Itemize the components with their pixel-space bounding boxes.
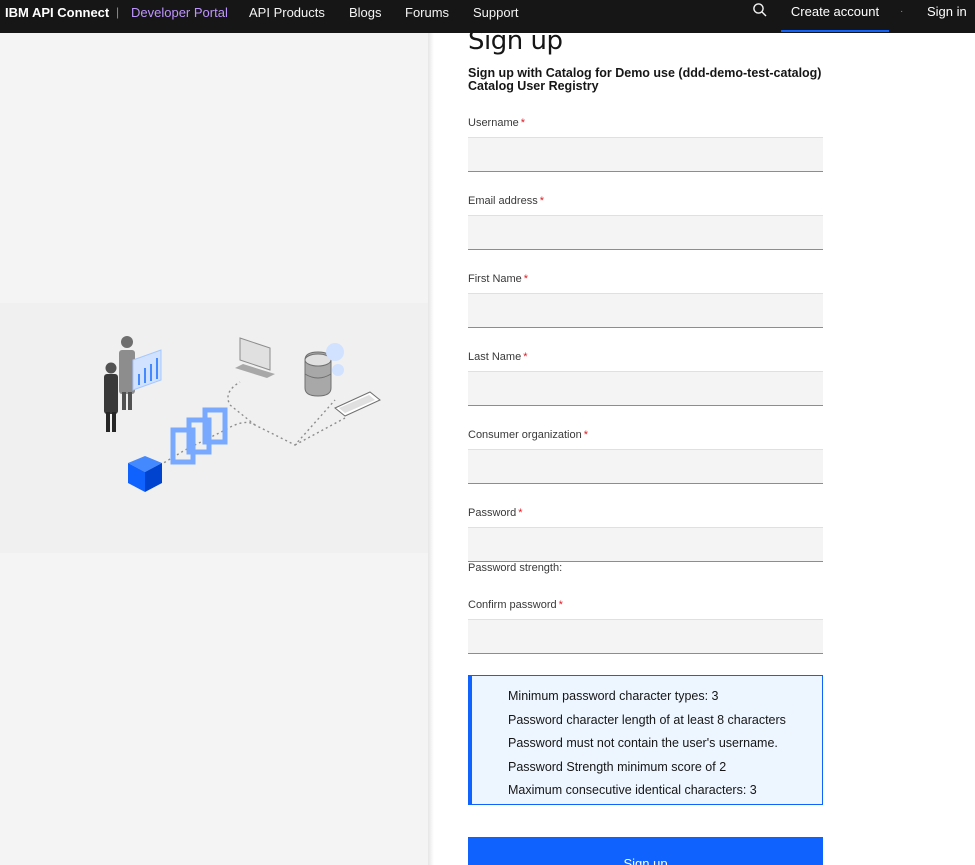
password-rule: Password Strength minimum score of 2 (508, 759, 727, 774)
username-field[interactable] (468, 137, 823, 172)
confirm-password-label: Confirm password * (468, 599, 563, 611)
sign-in-link[interactable]: Sign in (927, 0, 967, 23)
nav-link-support[interactable]: Support (473, 0, 519, 25)
first-name-field[interactable] (468, 293, 823, 328)
confirm-password-field[interactable] (468, 619, 823, 654)
search-icon[interactable] (752, 2, 772, 22)
nav-link-forums[interactable]: Forums (405, 0, 449, 25)
password-rule: Password character length of at least 8 … (508, 712, 786, 727)
email-field[interactable] (468, 215, 823, 250)
api-connect-illustration (104, 336, 381, 492)
password-rule: Password must not contain the user's use… (508, 736, 778, 751)
password-rules-list: Minimum password character types: 3 Pass… (508, 685, 786, 803)
required-marker: * (520, 117, 526, 129)
nav-link-developer-portal[interactable]: Developer Portal (131, 0, 228, 25)
required-marker: * (518, 507, 523, 519)
required-marker: * (558, 599, 563, 611)
people-icon (104, 336, 162, 432)
required-marker: * (523, 351, 528, 363)
required-marker: * (583, 429, 589, 441)
nav-divider-dot: · (900, 6, 904, 17)
required-marker: * (539, 195, 544, 207)
nav-link-api-products[interactable]: API Products (249, 0, 325, 25)
phone-icon (334, 391, 381, 417)
email-label: Email address * (468, 195, 544, 207)
laptop-icon (235, 337, 275, 378)
create-account-link[interactable]: Create account (781, 0, 889, 32)
panel-divider (428, 33, 434, 865)
consumer-organization-label: Consumer organization * (468, 429, 589, 441)
brand-logo[interactable]: IBM API Connect (5, 0, 109, 33)
username-label: Username * (468, 117, 526, 129)
sign-up-button[interactable]: Sign up (468, 837, 823, 865)
first-name-label: First Name * (468, 273, 529, 285)
password-field[interactable] (468, 527, 823, 562)
password-rule: Minimum password character types: 3 (508, 689, 719, 703)
nav-link-blogs[interactable]: Blogs (349, 0, 382, 25)
database-icon (304, 343, 344, 397)
password-rules-notification: Minimum password character types: 3 Pass… (468, 675, 823, 805)
required-marker: * (523, 273, 529, 285)
password-strength-label: Password strength: (468, 562, 563, 574)
brand-separator: | (116, 5, 120, 19)
last-name-field[interactable] (468, 371, 823, 406)
password-label: Password * (468, 507, 523, 519)
cube-icon (128, 456, 162, 492)
last-name-label: Last Name * (468, 351, 528, 363)
page-title: Sign up (468, 26, 563, 56)
consumer-organization-field[interactable] (468, 449, 823, 484)
gateway-icon (170, 407, 228, 465)
password-rule: Maximum consecutive identical characters… (508, 783, 757, 798)
registry-subtitle: Sign up with Catalog for Demo use (ddd-d… (468, 66, 822, 93)
